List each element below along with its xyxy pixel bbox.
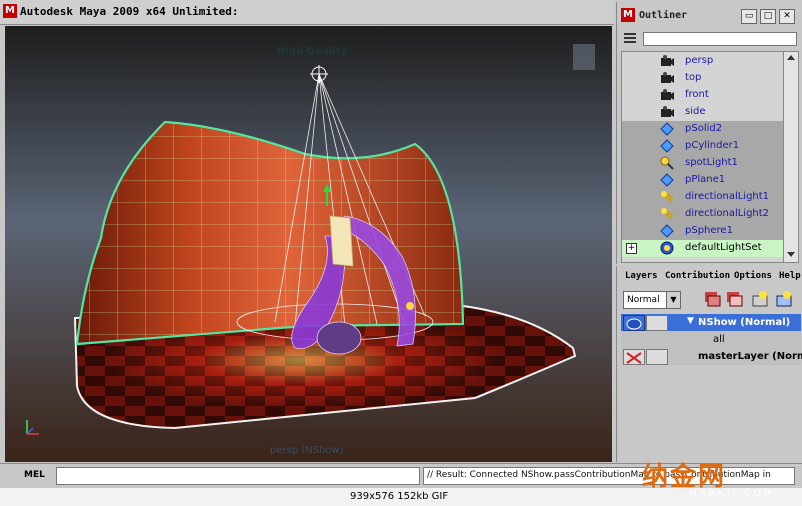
layer-toolbar: Normal ▼ <box>617 288 802 312</box>
layer-mode-select[interactable]: Normal ▼ <box>623 291 681 309</box>
outliner-item-label: side <box>685 106 706 117</box>
chevron-down-icon: ▼ <box>666 292 680 308</box>
outliner-item[interactable]: pCylinder1 <box>622 138 784 155</box>
scroll-arrows-icon <box>787 55 795 257</box>
outliner-item[interactable]: spotLight1 <box>622 155 784 172</box>
mel-command-input[interactable] <box>56 467 420 485</box>
outliner-item-label: persp <box>685 55 714 66</box>
new-layer-icon[interactable] <box>703 290 721 308</box>
outliner-search-input[interactable] <box>643 32 797 46</box>
menu-help[interactable]: Help <box>779 271 801 281</box>
camera-name-label: persp (NShow) <box>270 445 344 456</box>
menu-contribution[interactable]: Contribution <box>665 271 730 281</box>
window-title: Autodesk Maya 2009 x64 Unlimited: <box>20 5 239 18</box>
outliner-item[interactable]: pSphere1 <box>622 223 784 240</box>
outliner-title-bar: M Outliner ▭ □ ✕ <box>617 4 802 26</box>
layer-name: masterLayer (Normal) <box>698 351 802 362</box>
outliner-item-label: defaultLightSet <box>685 242 762 253</box>
watermark-sub: NARKII.COM <box>690 489 775 499</box>
mesh-icon <box>660 139 674 153</box>
outliner-item[interactable]: directionalLight1 <box>622 189 784 206</box>
new-layer-selected-icon[interactable] <box>725 290 743 308</box>
view-cube-icon[interactable] <box>573 44 595 70</box>
outliner-item[interactable]: directionalLight2 <box>622 206 784 223</box>
collapse-icon[interactable]: ▼ <box>687 316 694 326</box>
outliner-scrollbar[interactable] <box>783 51 799 263</box>
layer-render-toggle[interactable] <box>623 315 645 331</box>
layer-name: NShow (Normal) <box>698 317 791 328</box>
minimize-button[interactable]: ▭ <box>741 9 757 24</box>
menu-layers[interactable]: Layers <box>625 271 658 281</box>
mesh-icon <box>660 224 674 238</box>
layer-render-toggle[interactable] <box>623 349 645 365</box>
outliner-item-label: pCylinder1 <box>685 140 740 151</box>
maximize-button[interactable]: □ <box>760 9 776 24</box>
layer-visibility-toggle[interactable] <box>646 315 668 331</box>
outliner-item-label: front <box>685 89 709 100</box>
image-info-text: 939x576 152kb GIF <box>350 491 449 502</box>
outliner-item-label: directionalLight2 <box>685 208 770 219</box>
layer-visibility-toggle[interactable] <box>646 349 668 365</box>
outliner-item-label: spotLight1 <box>685 157 738 168</box>
outliner-item-label: pPlane1 <box>685 174 726 185</box>
maya-title-bar: M Autodesk Maya 2009 x64 Unlimited: <box>0 0 614 25</box>
maya-logo-icon: M <box>621 8 635 22</box>
outliner-toolbar <box>617 28 802 50</box>
spotlight-icon <box>660 156 674 170</box>
outliner-item-label: top <box>685 72 702 83</box>
layer-editor-panel: Layers Contribution Options Help Normal … <box>616 266 802 462</box>
layer-name: all <box>713 334 725 345</box>
camera-icon <box>661 55 674 66</box>
directional-light-icon <box>660 190 674 202</box>
render-settings-icon[interactable] <box>751 290 769 308</box>
render-layer-icon <box>626 318 642 330</box>
render-quality-label: High Quality <box>277 46 348 57</box>
camera-icon <box>661 106 674 117</box>
mesh-icon <box>660 173 674 187</box>
mesh-icon <box>660 122 674 136</box>
layer-row[interactable]: all <box>621 331 801 348</box>
outliner-item[interactable]: front <box>622 87 784 104</box>
mel-label[interactable]: MEL <box>24 470 45 480</box>
outliner-item[interactable]: persp <box>622 53 784 70</box>
directional-light-icon <box>660 207 674 219</box>
outliner-item[interactable]: top <box>622 70 784 87</box>
watermark-text: 纳金网 <box>642 462 727 492</box>
camera-icon <box>661 72 674 83</box>
outliner-item[interactable]: + defaultLightSet <box>622 240 784 257</box>
watermark-logo: 纳金网 NARKII.COM <box>634 456 800 504</box>
camera-icon <box>661 89 674 100</box>
outliner-title: Outliner <box>639 10 688 21</box>
layer-row[interactable]: masterLayer (Normal) <box>621 348 802 365</box>
render-view-icon[interactable] <box>775 290 793 308</box>
outliner-panel: M Outliner ▭ □ ✕ persp top front side pS… <box>616 2 802 264</box>
menu-icon[interactable] <box>623 31 637 45</box>
outliner-item[interactable]: pPlane1 <box>622 172 784 189</box>
outliner-item[interactable]: pSolid2 <box>622 121 784 138</box>
viewport-scene <box>5 26 612 462</box>
outliner-item-label: pSolid2 <box>685 123 723 134</box>
expand-icon[interactable]: + <box>626 243 637 254</box>
outliner-item-label: pSphere1 <box>685 225 733 236</box>
layer-menu-bar: Layers Contribution Options Help <box>617 270 802 284</box>
layer-row[interactable]: ▼ NShow (Normal) <box>621 314 801 331</box>
outliner-item[interactable]: side <box>622 104 784 121</box>
maya-logo-icon: M <box>3 4 17 18</box>
layer-mode-value: Normal <box>627 295 660 305</box>
menu-options[interactable]: Options <box>734 271 772 281</box>
outliner-list[interactable]: persp top front side pSolid2 pCylinder1 … <box>621 51 785 263</box>
close-button[interactable]: ✕ <box>779 9 795 24</box>
perspective-viewport[interactable]: High Quality persp (NShow) <box>5 26 612 462</box>
render-off-icon <box>626 352 642 364</box>
outliner-item-label: directionalLight1 <box>685 191 770 202</box>
light-set-icon <box>660 241 674 255</box>
